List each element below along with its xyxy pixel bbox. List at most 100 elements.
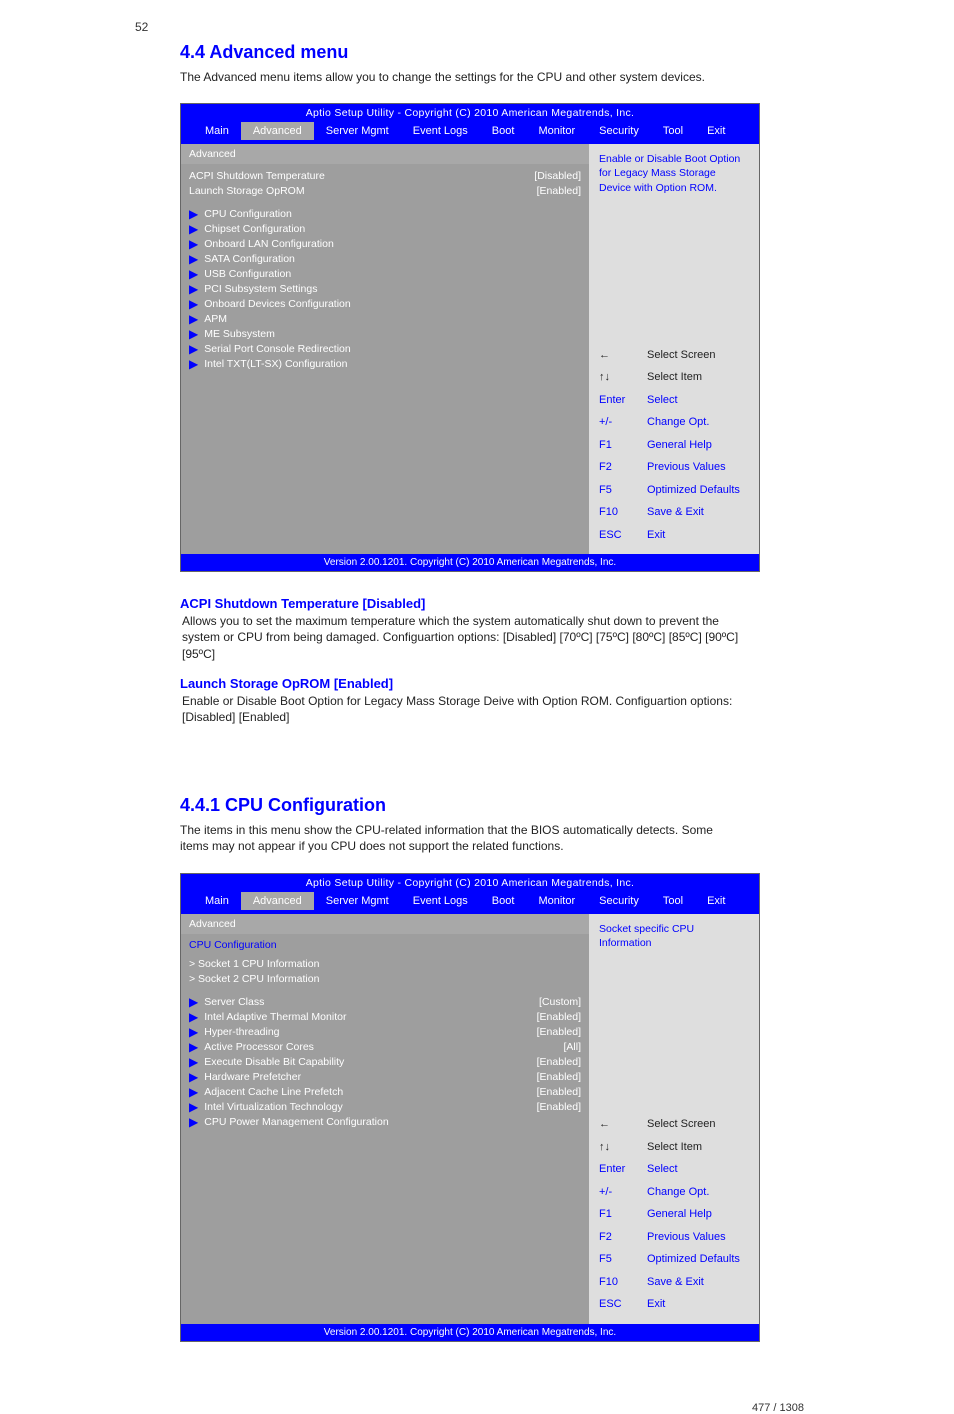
- bios-help-key: ESCExit: [599, 524, 749, 547]
- bios-submenu-label: ME Subsystem: [204, 328, 275, 340]
- triangle-right-icon: ▶: [189, 223, 198, 235]
- bios-help-key: F10Save & Exit: [599, 501, 749, 524]
- triangle-right-icon: ▶: [189, 358, 198, 370]
- bios-help-pane-2: Socket specific CPU Information ←Select …: [589, 914, 759, 1324]
- bios-tabs-2: MainAdvancedServer MgmtEvent LogsBootMon…: [181, 892, 759, 914]
- bios-submenu-label: PCI Subsystem Settings: [204, 283, 317, 295]
- bios-submenu-row: ▶ Intel TXT(LT-SX) Configuration: [189, 356, 581, 371]
- bios-help-text: Enable or Disable Boot Option for Legacy…: [599, 152, 749, 195]
- bios-tab: Tool: [651, 892, 695, 910]
- bios-submenu-row: ▶Onboard Devices Configuration: [189, 296, 581, 311]
- bios-tab: Main: [193, 892, 241, 910]
- bios-setting-row: > Socket 2 CPU Information: [189, 972, 581, 987]
- triangle-right-icon: ▶: [189, 268, 198, 280]
- triangle-right-icon: ▶: [189, 1071, 198, 1083]
- triangle-right-icon: ▶: [189, 343, 198, 355]
- section-intro-2: The items in this menu show the CPU-rela…: [180, 822, 740, 854]
- bios-tab: Monitor: [526, 892, 587, 910]
- bios-screenshot-2: Aptio Setup Utility - Copyright (C) 2010…: [180, 873, 760, 1342]
- bios-setting-row: ▶Execute Disable Bit Capability[Enabled]: [189, 1055, 581, 1070]
- bios-tab: Security: [587, 892, 651, 910]
- bios-help-key: +/-Change Opt.: [599, 1181, 749, 1204]
- bios-footer-2: Version 2.00.1201. Copyright (C) 2010 Am…: [181, 1324, 759, 1341]
- bios-submenu-label: SATA Configuration: [204, 253, 295, 265]
- bios-tab: Event Logs: [401, 892, 480, 910]
- triangle-right-icon: ▶: [189, 298, 198, 310]
- bios-tab: Event Logs: [401, 122, 480, 140]
- bios-tab: Advanced: [241, 122, 314, 140]
- bios-tab: Server Mgmt: [314, 892, 401, 910]
- bios-footer: Version 2.00.1201. Copyright (C) 2010 Am…: [181, 554, 759, 571]
- bios-submenu-label: Intel TXT(LT-SX) Configuration: [204, 358, 347, 370]
- bios-setting-row: ▶Hardware Prefetcher[Enabled]: [189, 1070, 581, 1085]
- bios-subheader-2: Advanced: [181, 914, 589, 934]
- bios-utility-title: Aptio Setup Utility - Copyright (C) 2010…: [181, 104, 759, 122]
- bios-setting-row: ▶Intel Virtualization Technology[Enabled…: [189, 1100, 581, 1115]
- bios-submenu-label: USB Configuration: [204, 268, 291, 280]
- bios-tab: Exit: [695, 892, 737, 910]
- bios-tab: Main: [193, 122, 241, 140]
- bios-tab: Advanced: [241, 892, 314, 910]
- bios-help-key: EnterSelect: [599, 389, 749, 412]
- triangle-right-icon: ▶: [189, 1026, 198, 1038]
- setting-description-block: Launch Storage OpROM [Enabled] Enable or …: [180, 676, 760, 725]
- triangle-right-icon: ▶: [189, 996, 198, 1008]
- bios-submenu-label: Serial Port Console Redirection: [204, 343, 351, 355]
- triangle-right-icon: ▶: [189, 1086, 198, 1098]
- bios-submenu-row: ▶ ME Subsystem: [189, 326, 581, 341]
- bios-submenu-label: APM: [204, 313, 227, 325]
- triangle-right-icon: ▶: [189, 1041, 198, 1053]
- bios-setting-row: > Socket 1 CPU Information: [189, 957, 581, 972]
- bios-tab: Boot: [480, 122, 527, 140]
- bios-submenu-row: ▶Onboard LAN Configuration: [189, 236, 581, 251]
- setting-description-text: Allows you to set the maximum temperatur…: [182, 613, 760, 662]
- bios-setting-row: Launch Storage OpROM[Enabled]: [189, 183, 581, 198]
- triangle-right-icon: ▶: [189, 238, 198, 250]
- bios-submenu-row: ▶CPU Configuration: [189, 206, 581, 221]
- bios-tab: Exit: [695, 122, 737, 140]
- bios-setting-row: ACPI Shutdown Temperature[Disabled]: [189, 168, 581, 183]
- bios-tabs: MainAdvancedServer MgmtEvent LogsBootMon…: [181, 122, 759, 144]
- setting-description-block: ACPI Shutdown Temperature [Disabled] Allo…: [180, 596, 760, 662]
- bios-tab: Boot: [480, 892, 527, 910]
- setting-description-heading: Launch Storage OpROM [Enabled]: [180, 676, 760, 691]
- bios-submenu-row: ▶CPU Power Management Configuration: [189, 1115, 581, 1130]
- bios-help-key: F2Previous Values: [599, 456, 749, 479]
- bios-submenu-row: ▶ Chipset Configuration: [189, 221, 581, 236]
- triangle-right-icon: ▶: [189, 1101, 198, 1113]
- bios-submenu-label: Chipset Configuration: [204, 223, 305, 235]
- bios-subheader: Advanced: [181, 144, 589, 164]
- section-intro: The Advanced menu items allow you to cha…: [180, 69, 740, 85]
- triangle-right-icon: ▶: [189, 253, 198, 265]
- bios-help-key: ↑↓Select Item: [599, 366, 749, 389]
- bios-tab: Server Mgmt: [314, 122, 401, 140]
- triangle-right-icon: ▶: [189, 1056, 198, 1068]
- bios-utility-title-2: Aptio Setup Utility - Copyright (C) 2010…: [181, 874, 759, 892]
- triangle-right-icon: ▶: [189, 313, 198, 325]
- bios-submenu-row: ▶ USB Configuration: [189, 266, 581, 281]
- bios-help-key: F5Optimized Defaults: [599, 1248, 749, 1271]
- section-title-advanced: 4.4 Advanced menu: [180, 42, 954, 63]
- bios-help-key: F10Save & Exit: [599, 1271, 749, 1294]
- section-title-cpu-config: 4.4.1 CPU Configuration: [180, 795, 954, 816]
- bios-main-pane-2: Advanced CPU Configuration> Socket 1 CPU…: [181, 914, 589, 1324]
- bios-help-keys-2: ←Select Screen↑↓Select ItemEnterSelect+/…: [599, 1113, 749, 1316]
- bios-help-key: F1General Help: [599, 434, 749, 457]
- triangle-right-icon: ▶: [189, 328, 198, 340]
- bios-setting-row: ▶Intel Adaptive Thermal Monitor[Enabled]: [189, 1010, 581, 1025]
- bios-help-key: ←Select Screen: [599, 344, 749, 367]
- bios-help-key: F1General Help: [599, 1203, 749, 1226]
- bios-main-pane: Advanced ACPI Shutdown Temperature[Disab…: [181, 144, 589, 554]
- setting-description-heading: ACPI Shutdown Temperature [Disabled]: [180, 596, 760, 611]
- bios-help-key: ↑↓Select Item: [599, 1136, 749, 1159]
- triangle-right-icon: ▶: [189, 208, 198, 220]
- bios-submenu-row: ▶ SATA Configuration: [189, 251, 581, 266]
- bios-setting-row: ▶Active Processor Cores[All]: [189, 1040, 581, 1055]
- bios-help-keys: ←Select Screen↑↓Select ItemEnterSelect+/…: [599, 344, 749, 547]
- page-number-left: 52: [135, 20, 954, 34]
- bios-help-key: F2Previous Values: [599, 1226, 749, 1249]
- bios-help-key: F5Optimized Defaults: [599, 479, 749, 502]
- bios-setting-row: ▶Adjacent Cache Line Prefetch[Enabled]: [189, 1085, 581, 1100]
- bios-submenu-row: ▶PCI Subsystem Settings: [189, 281, 581, 296]
- setting-description-text: Enable or Disable Boot Option for Legacy…: [182, 693, 760, 725]
